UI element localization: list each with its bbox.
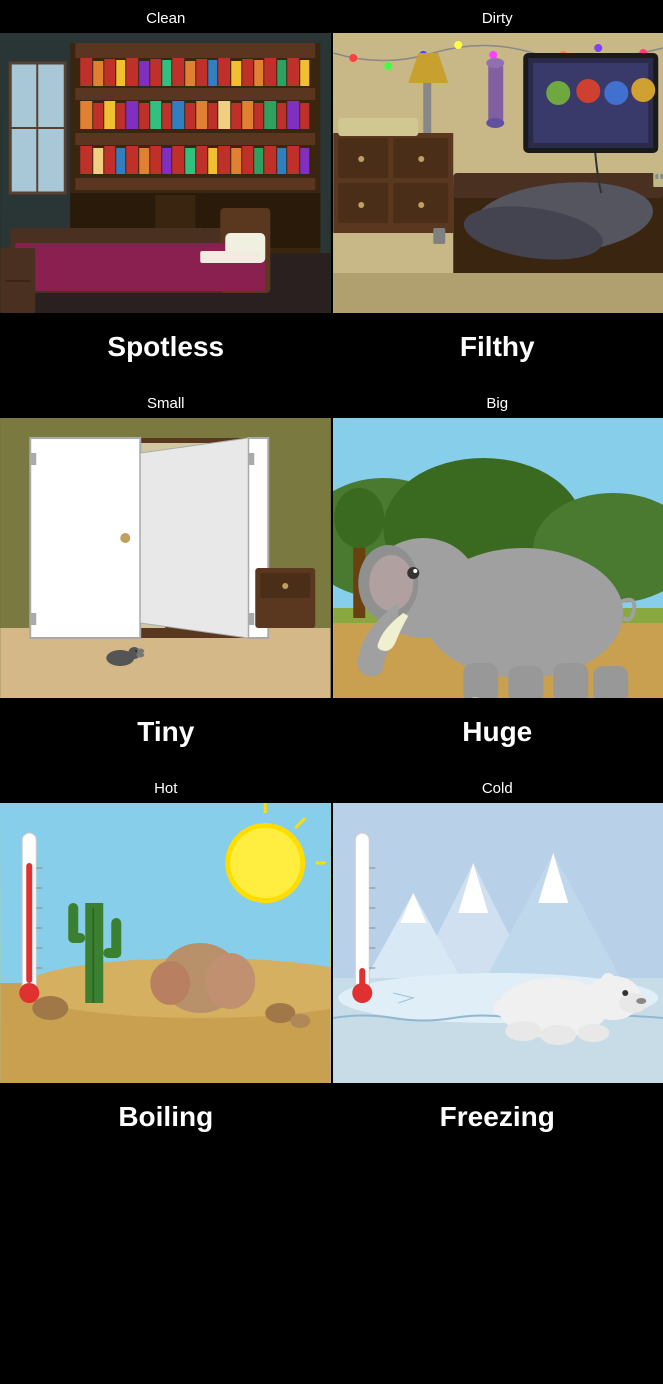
image-small xyxy=(0,418,331,698)
label-clean: Clean xyxy=(0,0,332,33)
image-big xyxy=(333,418,663,698)
label-big: Big xyxy=(332,385,663,418)
pair-3: Hot Cold xyxy=(0,770,663,1155)
synonym-freezing: Freezing xyxy=(332,1083,663,1155)
synonym-spotless: Spotless xyxy=(0,313,332,385)
image-clean xyxy=(0,33,331,313)
label-cold: Cold xyxy=(332,770,663,803)
image-hot xyxy=(0,803,331,1083)
label-hot: Hot xyxy=(0,770,332,803)
synonym-boiling: Boiling xyxy=(0,1083,332,1155)
image-dirty xyxy=(333,33,663,313)
label-dirty: Dirty xyxy=(332,0,663,33)
synonym-filthy: Filthy xyxy=(332,313,663,385)
label-small: Small xyxy=(0,385,332,418)
synonym-huge: Huge xyxy=(332,698,663,770)
image-cold xyxy=(333,803,663,1083)
pair-2: Small Big xyxy=(0,385,663,770)
synonym-tiny: Tiny xyxy=(0,698,332,770)
pair-1: Clean Dirty xyxy=(0,0,663,385)
